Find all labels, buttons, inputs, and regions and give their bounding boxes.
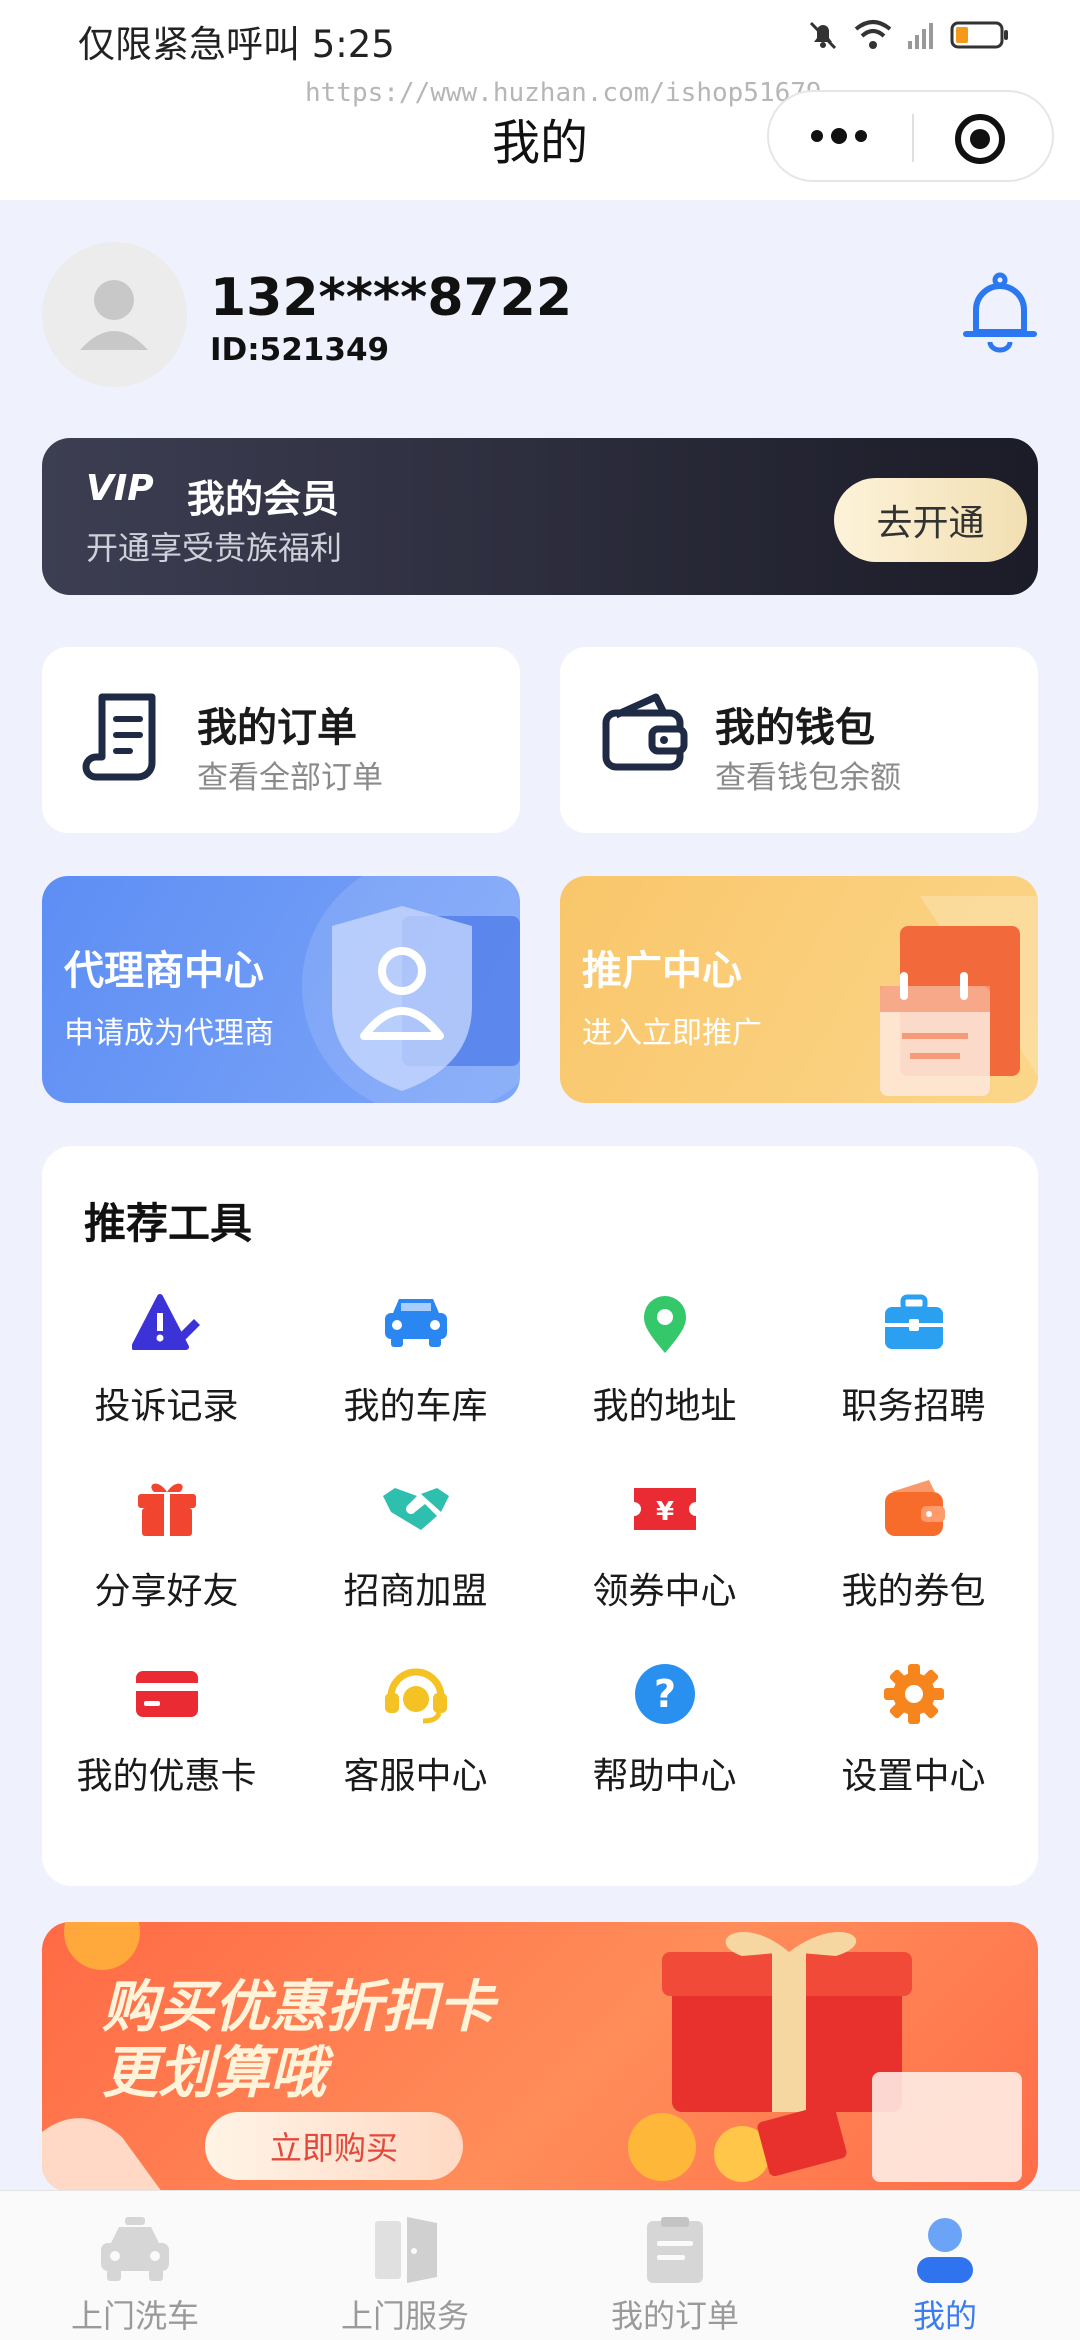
- tool-my-address[interactable]: 我的地址: [540, 1291, 789, 1429]
- promotion-center-subtitle: 进入立即推广: [582, 1016, 762, 1051]
- my-wallet-card[interactable]: 我的钱包 查看钱包余额: [560, 647, 1038, 833]
- wifi-icon: [854, 20, 892, 49]
- tab-mine[interactable]: 我的: [810, 2191, 1080, 2340]
- tool-coupon-wallet[interactable]: 我的券包: [789, 1476, 1038, 1614]
- my-orders-card[interactable]: 我的订单 查看全部订单: [42, 647, 520, 833]
- banner-subheadline: 更划算哦: [102, 2041, 326, 2106]
- tool-complaint-records[interactable]: 投诉记录: [42, 1291, 291, 1429]
- shield-person-icon: [302, 876, 520, 1103]
- coupon-icon: ¥: [633, 1488, 696, 1530]
- user-id: ID:521349: [210, 332, 390, 368]
- notification-bell-icon[interactable]: [962, 272, 1038, 354]
- vip-logo: VIP: [86, 468, 154, 509]
- default-avatar-icon: [80, 280, 148, 350]
- tab-label: 我的: [912, 2297, 977, 2335]
- order-list-icon: [82, 693, 156, 781]
- tool-label: 招商加盟: [343, 1571, 488, 1612]
- tool-label: 投诉记录: [94, 1386, 239, 1427]
- tool-label: 客服中心: [343, 1756, 488, 1797]
- agent-center-subtitle: 申请成为代理商: [64, 1016, 274, 1051]
- my-orders-subtitle: 查看全部订单: [197, 760, 383, 796]
- calendar-promo-icon: [880, 896, 1038, 1096]
- car-wash-icon: [101, 2217, 169, 2281]
- vip-banner[interactable]: VIP 我的会员 开通享受贵族福利 去开通: [42, 438, 1038, 595]
- door-icon: [375, 2217, 437, 2283]
- clipboard-icon: [647, 2217, 703, 2283]
- promotion-center-title: 推广中心: [582, 948, 742, 994]
- avatar[interactable]: [42, 242, 187, 387]
- tool-settings-center[interactable]: 设置中心: [789, 1661, 1038, 1799]
- agent-center-title: 代理商中心: [64, 948, 264, 994]
- tool-label: 设置中心: [841, 1756, 986, 1797]
- mini-program-capsule: [767, 90, 1054, 182]
- tools-title: 推荐工具: [84, 1199, 253, 1248]
- more-icon[interactable]: [807, 122, 871, 150]
- status-icons: [806, 18, 1010, 52]
- tab-label: 上门洗车: [70, 2297, 199, 2335]
- tool-job-recruitment[interactable]: 职务招聘: [789, 1291, 1038, 1429]
- tool-label: 分享好友: [94, 1571, 239, 1612]
- mute-bell-icon: [809, 21, 837, 50]
- gear-icon: [883, 1664, 944, 1724]
- status-text: 仅限紧急呼叫 5:25: [78, 23, 395, 66]
- discount-card-banner[interactable]: 购买优惠折扣卡 更划算哦 立即购买: [42, 1922, 1038, 2192]
- card-icon: [135, 1671, 198, 1717]
- my-wallet-subtitle: 查看钱包余额: [715, 760, 901, 796]
- wallet-icon: [884, 1480, 945, 1536]
- capsule-divider: [912, 114, 914, 162]
- tool-coupon-center[interactable]: ¥ 领券中心: [540, 1476, 789, 1614]
- tool-discount-card[interactable]: 我的优惠卡: [42, 1661, 291, 1799]
- tool-label: 帮助中心: [592, 1756, 737, 1797]
- gift-icon: [137, 1483, 196, 1536]
- promotion-center-tile[interactable]: 推广中心 进入立即推广: [560, 876, 1038, 1103]
- tool-label: 我的车库: [343, 1386, 488, 1427]
- tab-my-orders[interactable]: 我的订单: [540, 2191, 810, 2340]
- tab-label: 上门服务: [340, 2297, 469, 2335]
- handshake-icon: [382, 1488, 449, 1530]
- battery-icon: [950, 21, 1008, 49]
- wallet-outline-icon: [602, 693, 688, 771]
- tool-label: 我的地址: [592, 1386, 737, 1427]
- tab-label: 我的订单: [610, 2297, 739, 2335]
- bottom-tab-bar: 上门洗车 上门服务 我的订单 我的: [0, 2190, 1080, 2340]
- warning-icon: [131, 1294, 200, 1350]
- recommended-tools-panel: 推荐工具 投诉记录 我的车库 我的地址 职务招聘 分享好友 招商加盟 ¥ 领券中…: [42, 1146, 1038, 1886]
- tool-label: 领券中心: [592, 1571, 737, 1612]
- tab-home-service[interactable]: 上门服务: [270, 2191, 540, 2340]
- svg-text:¥: ¥: [655, 1497, 673, 1527]
- person-icon: [917, 2218, 973, 2283]
- headset-icon: [384, 1668, 447, 1724]
- tool-label: 我的券包: [841, 1571, 986, 1612]
- tool-label: 职务招聘: [841, 1386, 986, 1427]
- tool-share-friends[interactable]: 分享好友: [42, 1476, 291, 1614]
- location-pin-icon: [643, 1296, 686, 1353]
- tool-my-garage[interactable]: 我的车库: [291, 1291, 540, 1429]
- vip-subtitle: 开通享受贵族福利: [86, 529, 343, 567]
- tool-franchise[interactable]: 招商加盟: [291, 1476, 540, 1614]
- tool-help-center[interactable]: ? 帮助中心: [540, 1661, 789, 1799]
- tool-label: 我的优惠卡: [76, 1756, 257, 1797]
- user-phone: 132****8722: [210, 268, 573, 328]
- buy-now-button[interactable]: 立即购买: [205, 2112, 463, 2180]
- close-target-icon[interactable]: [953, 112, 1007, 166]
- signal-icon: [908, 23, 933, 49]
- vip-title: 我的会员: [187, 477, 340, 521]
- svg-text:?: ?: [653, 1672, 675, 1716]
- tab-car-wash[interactable]: 上门洗车: [0, 2191, 270, 2340]
- car-icon: [384, 1299, 447, 1347]
- tool-customer-service[interactable]: 客服中心: [291, 1661, 540, 1799]
- agent-center-tile[interactable]: 代理商中心 申请成为代理商: [42, 876, 520, 1103]
- briefcase-icon: [884, 1294, 943, 1349]
- vip-open-button[interactable]: 去开通: [834, 478, 1027, 562]
- my-wallet-title: 我的钱包: [715, 705, 875, 751]
- help-icon: ?: [634, 1664, 695, 1724]
- my-orders-title: 我的订单: [197, 705, 357, 751]
